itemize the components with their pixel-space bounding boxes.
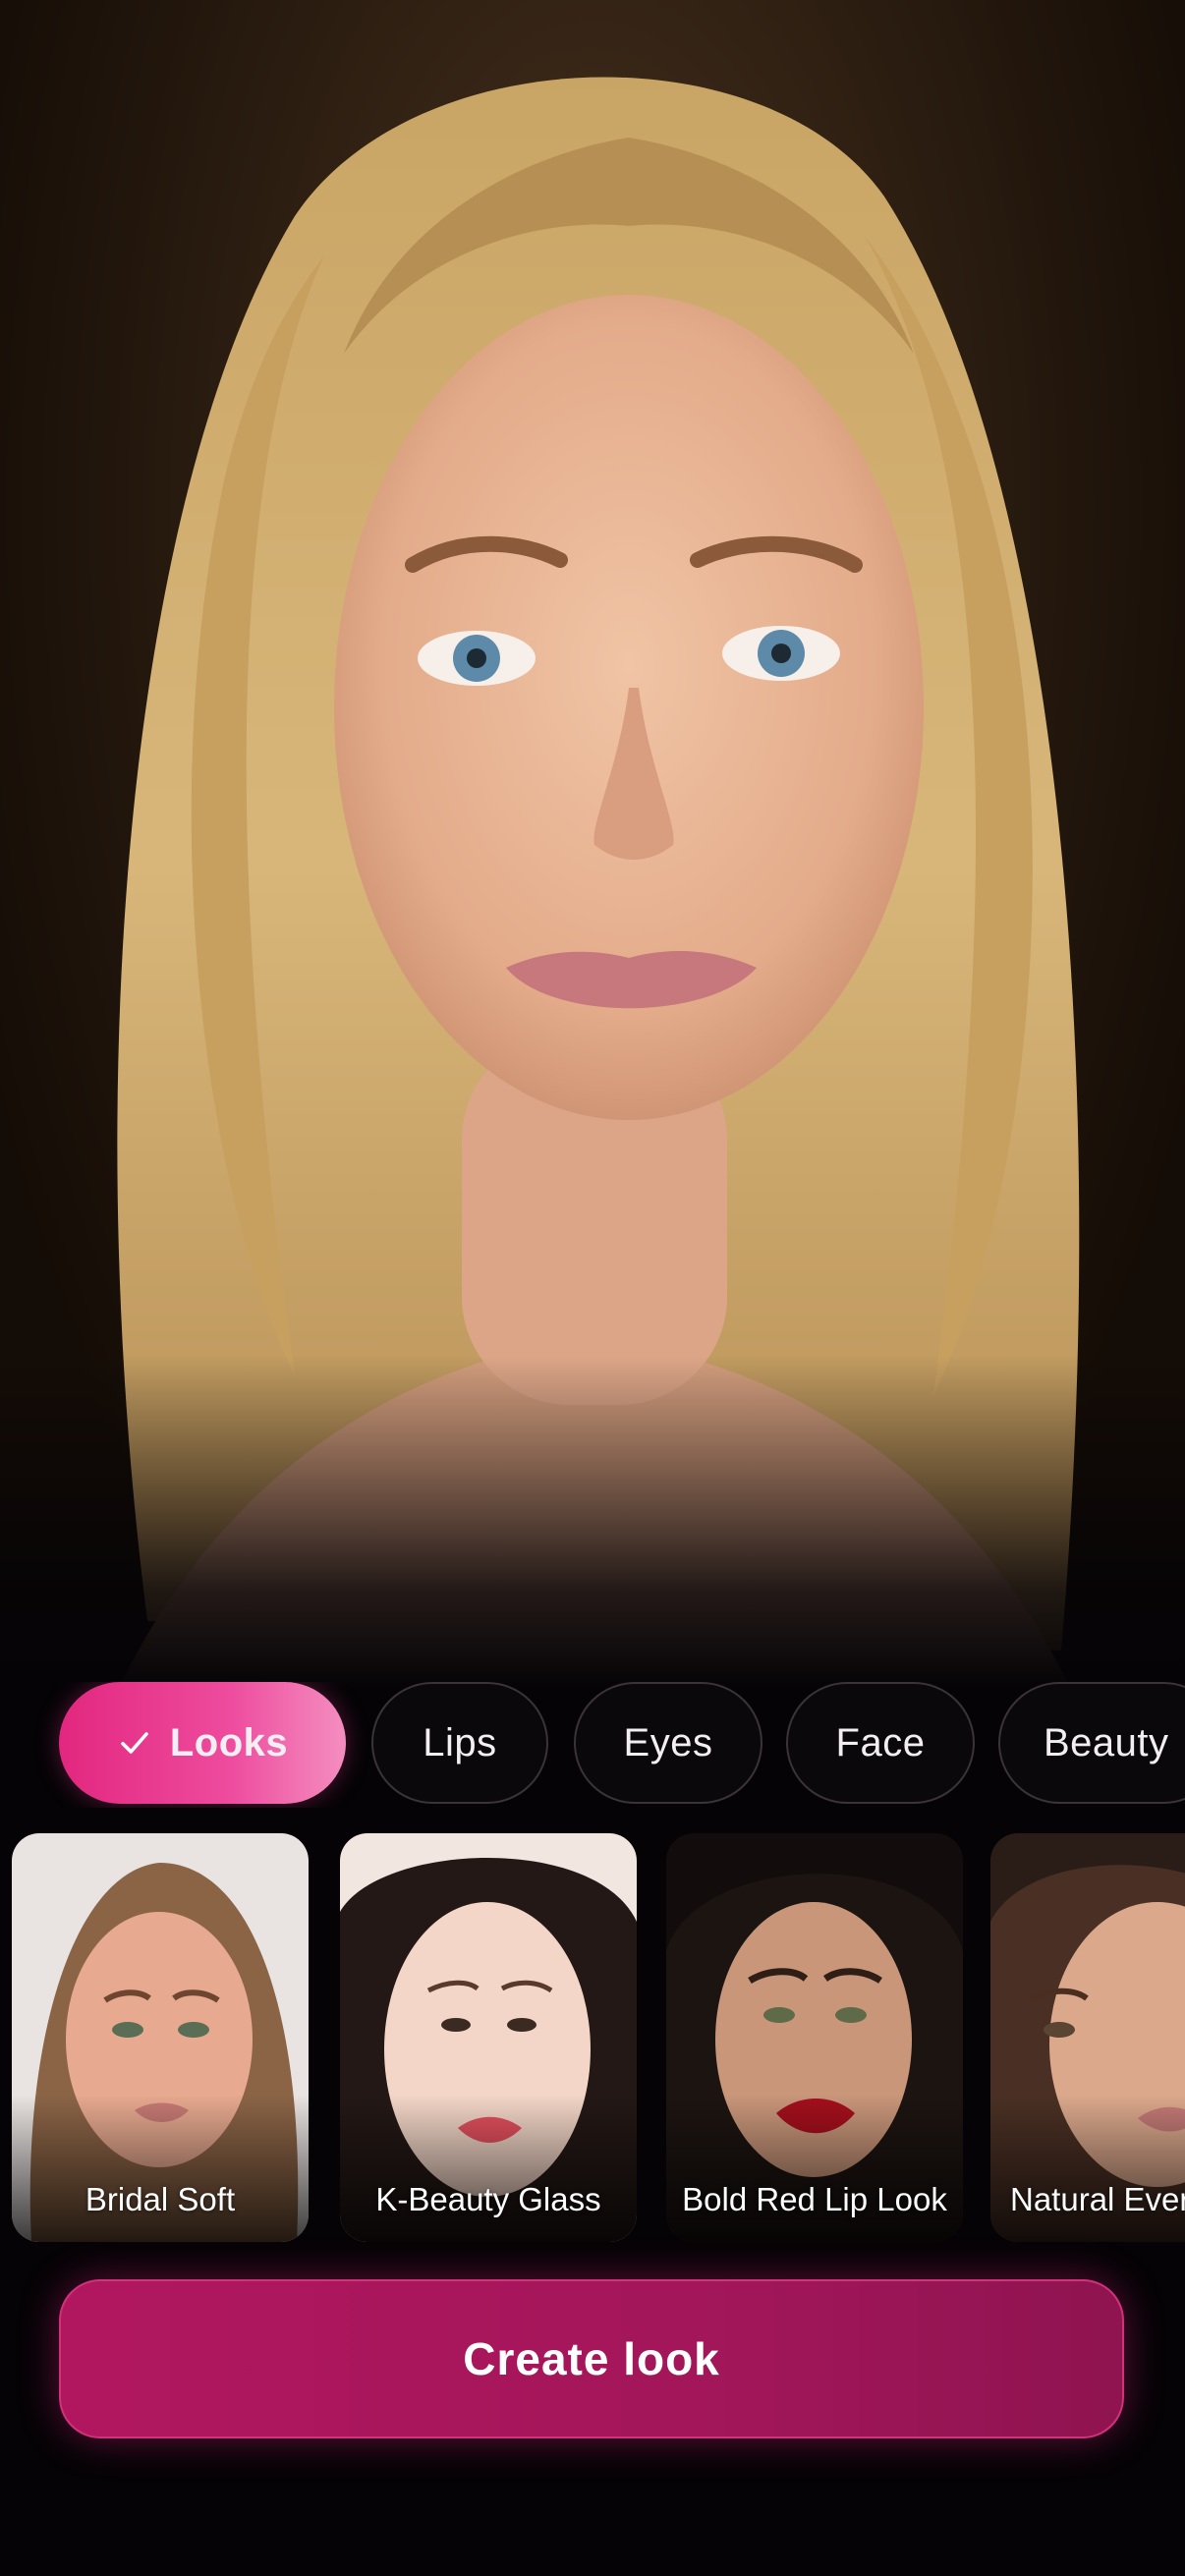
look-card-label: K-Beauty Glass (375, 2181, 601, 2217)
look-card-natural-every[interactable]: Natural Every (990, 1833, 1185, 2242)
card-shade (340, 2095, 637, 2242)
chip-beauty[interactable]: Beauty (998, 1682, 1185, 1804)
chip-lips[interactable]: Lips (371, 1682, 548, 1804)
look-card-label: Bridal Soft (85, 2181, 236, 2217)
chip-face[interactable]: Face (786, 1682, 975, 1804)
portrait-photo (0, 0, 1185, 1690)
chip-label: Eyes (623, 1720, 713, 1764)
look-card-label: Bold Red Lip Look (682, 2181, 947, 2217)
chip-label: Face (835, 1720, 926, 1764)
look-card-bridal-soft[interactable]: Bridal Soft (12, 1833, 309, 2242)
chip-looks[interactable]: Looks (59, 1682, 346, 1804)
card-shade (990, 2095, 1185, 2242)
chip-label: Looks (169, 1720, 289, 1764)
chip-label: Lips (423, 1720, 497, 1764)
category-chip-row[interactable]: Looks Lips Eyes Face Beauty (0, 1682, 1185, 1808)
look-card-row[interactable]: Bridal Soft K-Beauty Glass Bold Red Lip … (0, 1833, 1185, 2244)
look-card-bold-red-lip-look[interactable]: Bold Red Lip Look (666, 1833, 963, 2242)
chip-eyes[interactable]: Eyes (574, 1682, 762, 1804)
card-shade (666, 2095, 963, 2242)
chip-label: Beauty (1044, 1720, 1169, 1764)
check-icon (121, 1732, 148, 1754)
hero-fade-overlay (0, 1356, 1185, 1690)
look-card-k-beauty-glass[interactable]: K-Beauty Glass (340, 1833, 637, 2242)
card-shade (12, 2095, 309, 2242)
create-look-button[interactable]: Create look (59, 2279, 1124, 2438)
look-card-label: Natural Every (1010, 2181, 1185, 2217)
create-look-label: Create look (463, 2333, 720, 2384)
